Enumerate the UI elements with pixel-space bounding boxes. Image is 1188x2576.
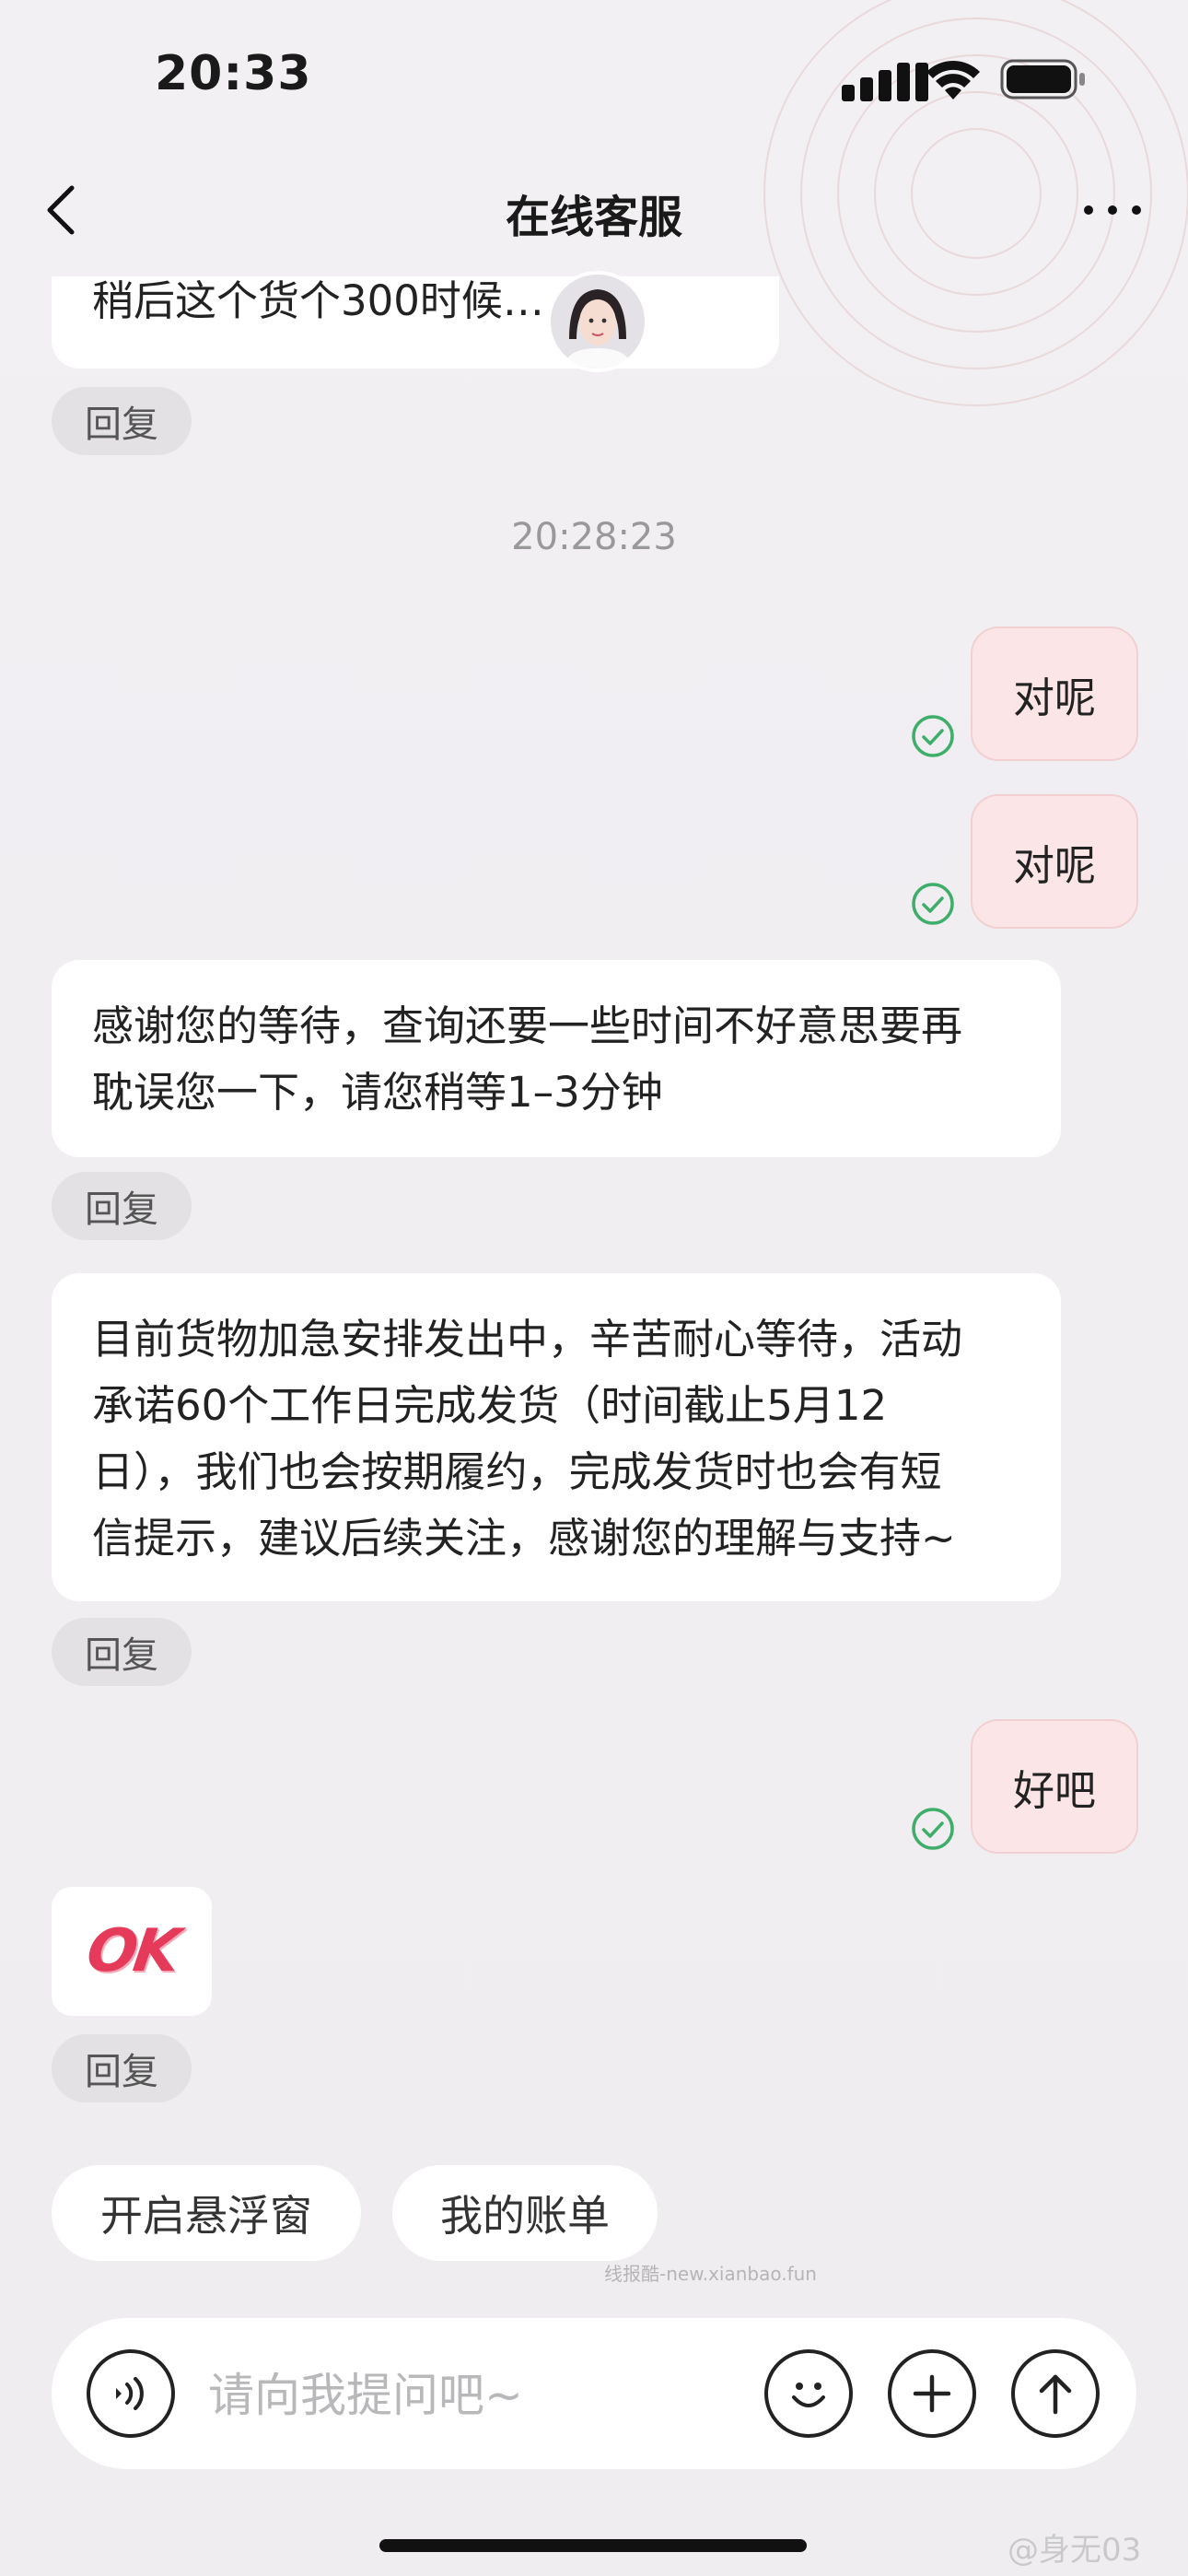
agent-message-bubble: 感谢您的等待，查询还要一些时间不好意思要再 耽误您一下，请您稍等1–3分钟 [52, 960, 1061, 1157]
message-line: 耽误您一下，请您稍等1–3分钟 [92, 1068, 663, 1117]
message-line: 承诺60个工作日完成发货（时间截止5月12 [92, 1381, 888, 1430]
message-line: 日），我们也会按期履约，完成发货时也会有短 [92, 1447, 942, 1496]
arrow-up-icon [1039, 2374, 1072, 2415]
page-title: 在线客服 [505, 192, 682, 243]
plus-button[interactable] [888, 2349, 976, 2438]
sticker-bubble: OK [52, 1887, 212, 2016]
wifi-icon [926, 60, 980, 100]
voice-button[interactable] [87, 2349, 175, 2438]
home-indicator[interactable] [379, 2539, 807, 2552]
quick-action-floating-window[interactable]: 开启悬浮窗 [52, 2165, 361, 2261]
reply-button[interactable]: 回复 [52, 2034, 192, 2102]
message-timestamp: 20:28:23 [511, 516, 677, 558]
agent-message-bubble: 目前货物加急安排发出中，辛苦耐心等待，活动 承诺60个工作日完成发货（时间截止5… [52, 1273, 1061, 1601]
voice-icon [116, 2377, 144, 2410]
sent-check-icon [912, 1808, 954, 1850]
message-line: 信提示，建议后续关注，感谢您的理解与支持~ [92, 1514, 956, 1563]
user-message-bubble: 对呢 [971, 794, 1138, 929]
partial-agent-bubble: 稍后这个货个300时候……可 [52, 276, 779, 369]
message-input[interactable]: 请向我提问吧~ [208, 2359, 523, 2425]
message-line: 感谢您的等待，查询还要一些时间不好意思要再 [92, 1001, 963, 1050]
message-line: 目前货物加急安排发出中，辛苦耐心等待，活动 [92, 1315, 963, 1364]
emoji-button[interactable] [764, 2349, 853, 2438]
avatar [547, 271, 648, 372]
quick-action-my-bill[interactable]: 我的账单 [392, 2165, 658, 2261]
plus-icon [913, 2374, 951, 2413]
footer-watermark: @身无03 [1007, 2532, 1142, 2569]
user-message-bubble: 对呢 [971, 626, 1138, 761]
sent-check-icon [912, 883, 954, 925]
signal-icon [842, 63, 928, 101]
more-icon[interactable] [1079, 181, 1146, 240]
reply-button[interactable]: 回复 [52, 1172, 192, 1240]
user-message-bubble: 好吧 [971, 1719, 1138, 1854]
status-time: 20:33 [155, 46, 312, 101]
send-button[interactable] [1011, 2349, 1100, 2438]
reply-button[interactable]: 回复 [52, 387, 192, 455]
emoji-icon [792, 2383, 825, 2407]
watermark-text: 线报酷-new.xianbao.fun [604, 2263, 817, 2285]
sent-check-icon [912, 715, 954, 757]
reply-button[interactable]: 回复 [52, 1618, 192, 1686]
battery-icon [1000, 59, 1085, 100]
ok-sticker: OK [82, 1917, 181, 1985]
